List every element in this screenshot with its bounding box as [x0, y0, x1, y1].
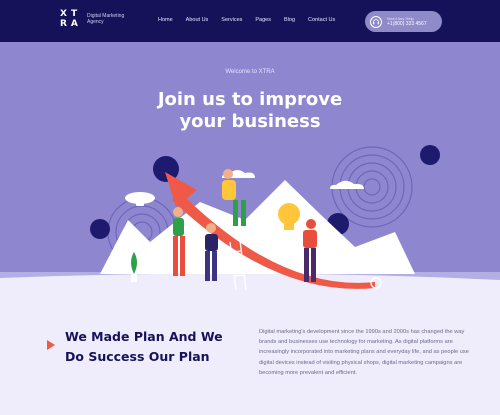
hero-illustration: [0, 145, 500, 290]
help-phone-number: +1(800) 333 4567: [387, 21, 427, 27]
hero-subtitle: Welcome to XTRA: [225, 69, 275, 75]
hero-title: Join us to improve your business: [0, 89, 500, 133]
blimp-icon: [125, 192, 155, 206]
nav-link-contact-us[interactable]: Contact Us: [308, 17, 335, 23]
section-heading-line-1: We Made Plan And We: [65, 329, 223, 344]
hero-banner: Welcome to XTRA Join us to improve your …: [0, 42, 500, 290]
brand-logo[interactable]: XT RA Digital Marketing Agency: [60, 9, 127, 29]
nav-link-services[interactable]: Services: [221, 17, 242, 23]
main-menu: Home About Us Services Pages Blog Contac…: [158, 17, 348, 23]
nav-link-home[interactable]: Home: [158, 17, 173, 23]
logo-mark: XT RA: [60, 9, 82, 29]
play-arrow-icon: [47, 340, 55, 350]
help-contact-pill[interactable]: Need Any Help +1(800) 333 4567: [365, 11, 442, 32]
nav-link-blog[interactable]: Blog: [284, 17, 295, 23]
section-heading: We Made Plan And We Do Success Our Plan: [65, 327, 235, 367]
nav-link-pages[interactable]: Pages: [255, 17, 271, 23]
headset-icon: [370, 15, 382, 28]
nav-link-about-us[interactable]: About Us: [186, 17, 209, 23]
top-navigation-bar: XT RA Digital Marketing Agency Home Abou…: [0, 0, 500, 42]
section-body-text: Digital marketing's development since th…: [259, 329, 469, 376]
hero-title-line-2: your business: [179, 111, 321, 132]
section-heading-line-2: Do Success Our Plan: [65, 349, 210, 364]
hero-title-line-1: Join us to improve: [157, 89, 343, 110]
about-section: We Made Plan And We Do Success Our Plan …: [0, 290, 500, 415]
logo-tagline: Digital Marketing Agency: [87, 12, 125, 26]
